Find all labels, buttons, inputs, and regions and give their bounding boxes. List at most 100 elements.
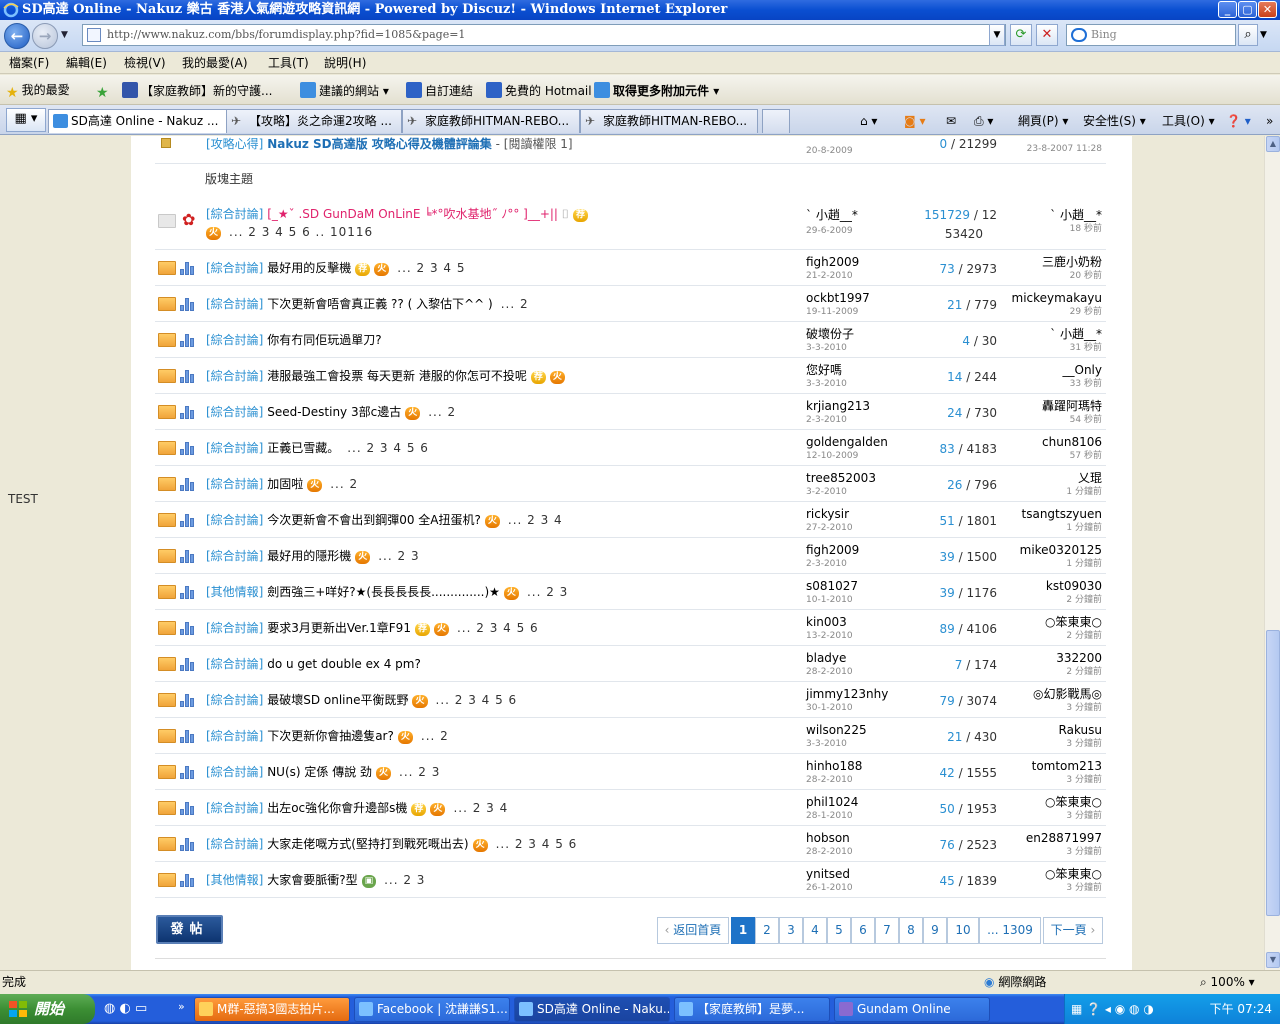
thread-title[interactable]: 下次更新會唔會真正義 ?? ( 入黎估下^^ ) bbox=[267, 297, 492, 311]
thread-title[interactable]: 最好用的反擊機 bbox=[267, 261, 351, 275]
thread-pages[interactable]: ... 2 bbox=[501, 297, 529, 311]
thread-row[interactable]: [綜合討論] 下次更新會唔會真正義 ?? ( 入黎估下^^ )... 2 ockb… bbox=[155, 286, 1106, 322]
search-icon[interactable]: ⌕ bbox=[1238, 24, 1258, 46]
thread-tag[interactable]: [綜合討論] bbox=[206, 729, 263, 743]
thread-last-author[interactable]: ○笨東東○ bbox=[1045, 615, 1102, 629]
task-button-2[interactable]: Facebook | 沈謙謙S1... bbox=[354, 997, 510, 1022]
thread-tag[interactable]: [綜合討論] bbox=[206, 207, 263, 221]
close-button[interactable]: ✕ bbox=[1258, 1, 1277, 18]
thread-author[interactable]: rickysir bbox=[806, 507, 849, 521]
thread-row[interactable]: [綜合討論] 最破壞SD online平衡既野火... 2 3 4 5 6 jim… bbox=[155, 682, 1106, 718]
page-menu[interactable]: 網頁(P) ▾ bbox=[1018, 113, 1068, 129]
menu-help[interactable]: 說明(H) bbox=[324, 55, 366, 71]
thread-tag[interactable]: [綜合討論] bbox=[206, 657, 263, 671]
pager-page-6[interactable]: 6 bbox=[851, 917, 875, 944]
tab-3[interactable]: ✈ 家庭教師HITMAN-REBO... bbox=[402, 109, 580, 133]
thread-author[interactable]: figh2009 bbox=[806, 255, 859, 269]
thread-tag[interactable]: [其他情報] bbox=[206, 585, 263, 599]
thread-last-author[interactable]: ○笨東東○ bbox=[1045, 867, 1102, 881]
thread-last-author[interactable]: Rakusu bbox=[1059, 723, 1102, 737]
thread-tag[interactable]: [綜合討論] bbox=[206, 513, 263, 527]
pager-page-8[interactable]: 8 bbox=[899, 917, 923, 944]
pager-page-1[interactable]: 1 bbox=[731, 917, 755, 944]
thread-title[interactable]: 劍西強三+咩好?★(長長長長長..............)★ bbox=[267, 585, 500, 599]
thread-title[interactable]: 最好用的隱形機 bbox=[267, 549, 351, 563]
thread-author[interactable]: ˋ 小趙__* bbox=[806, 208, 858, 222]
thread-last-author[interactable]: ˋ 小趙__* bbox=[1050, 327, 1102, 341]
thread-tag[interactable]: [綜合討論] bbox=[206, 837, 263, 851]
thread-tag[interactable]: [綜合討論] bbox=[206, 477, 263, 491]
tab-active[interactable]: SD高達 Online - Nakuz ... bbox=[48, 109, 230, 133]
clock[interactable]: 下午 07:24 bbox=[1210, 994, 1272, 1024]
thread-row[interactable]: [綜合討論] 正義已雪藏。... 2 3 4 5 6 goldengalden 12… bbox=[155, 430, 1106, 466]
history-dropdown-icon[interactable]: ▼ bbox=[61, 30, 68, 40]
task-button-1[interactable]: M群-惡搞3國志拍片... bbox=[194, 997, 350, 1022]
tab-2[interactable]: ✈ 【攻略】炎之命運2攻略 ... bbox=[226, 109, 402, 133]
thread-row[interactable]: [綜合討論] Seed-Destiny 3部c邊古火... 2 krjiang21… bbox=[155, 394, 1106, 430]
thread-author[interactable]: ynitsed bbox=[806, 867, 850, 881]
thread-last-author[interactable]: mickeymakayu bbox=[1012, 291, 1102, 305]
menu-edit[interactable]: 編輯(E) bbox=[66, 55, 107, 71]
quick-tabs-icon[interactable]: ▦ ▾ bbox=[6, 108, 46, 132]
thread-title[interactable]: 大家會要脈衝?型 bbox=[267, 873, 357, 887]
thread-title[interactable]: Seed-Destiny 3部c邊古 bbox=[267, 405, 401, 419]
add-favorites-icon[interactable]: ★ bbox=[96, 82, 112, 101]
scroll-down-icon[interactable]: ▼ bbox=[1266, 952, 1280, 968]
pager-page-3[interactable]: 3 bbox=[779, 917, 803, 944]
thread-author[interactable]: phil1024 bbox=[806, 795, 858, 809]
thread-row-sticky[interactable]: ✿ [綜合討論] [_★ˇ .SD GunDaM OnLinE ╘*°吹水基地˝… bbox=[155, 198, 1106, 250]
thread-last-author[interactable]: chun8106 bbox=[1042, 435, 1102, 449]
task-button-4[interactable]: 【家庭教師】是夢... bbox=[674, 997, 830, 1022]
pager-back-button[interactable]: ‹ 返回首頁 bbox=[657, 917, 729, 944]
thread-row[interactable]: [綜合討論] do u get double ex 4 pm? bladye 28-… bbox=[155, 646, 1106, 682]
thread-pages[interactable]: ... 2 3 4 5 6 bbox=[347, 441, 429, 455]
thread-tag[interactable]: [綜合討論] bbox=[206, 693, 263, 707]
pager-page-5[interactable]: 5 bbox=[827, 917, 851, 944]
thread-row[interactable]: [綜合討論] 加固啦火... 2 tree852003 3-2-2010 26 / 7… bbox=[155, 466, 1106, 502]
start-button[interactable]: 開始 bbox=[0, 994, 95, 1024]
window-title-bar[interactable]: SD高達 Online - Nakuz 樂古 香港人氣網遊攻略資訊網 - Pow… bbox=[0, 0, 1280, 20]
forward-button[interactable]: → bbox=[32, 23, 58, 49]
home-icon[interactable]: ⌂ ▾ bbox=[860, 113, 877, 129]
thread-tag[interactable]: [綜合討論] bbox=[206, 441, 263, 455]
maximize-button[interactable]: ▢ bbox=[1238, 1, 1257, 18]
thread-last-author[interactable]: 轟躍阿瑪特 bbox=[1042, 399, 1102, 413]
pager-page-7[interactable]: 7 bbox=[875, 917, 899, 944]
new-post-button[interactable]: 發帖 bbox=[156, 915, 223, 944]
address-input[interactable]: http://www.nakuz.com/bbs/forumdisplay.ph… bbox=[82, 24, 1006, 46]
thread-last-author[interactable]: en28871997 bbox=[1026, 831, 1102, 845]
tray-icons[interactable]: ▦ ❔ ◂ ◉ ◍ ◑ bbox=[1071, 994, 1154, 1024]
forum-row-guide[interactable]: [攻略心得] Nakuz SD高達版 攻略心得及機體評論集 - [閱讀權限 1]… bbox=[155, 136, 1106, 164]
thread-pages[interactable]: ... 2 3 4 5 bbox=[397, 261, 465, 275]
thread-title[interactable]: NU(s) 定係 傳說 劲 bbox=[267, 765, 372, 779]
thread-title[interactable]: 出左oc強化你會升邊部s機 bbox=[267, 801, 407, 815]
thread-last-author[interactable]: kst09030 bbox=[1046, 579, 1102, 593]
thread-title[interactable]: 你有冇同佢玩過單刀? bbox=[267, 333, 381, 347]
thread-last-author[interactable]: 三鹿小奶粉 bbox=[1042, 255, 1102, 269]
thread-title[interactable]: 要求3月更新出Ver.1章F91 bbox=[267, 621, 411, 635]
thread-row[interactable]: [綜合討論] 最好用的隱形機火 ... 2 3 figh2009 2-3-2010 39… bbox=[155, 538, 1106, 574]
fav-link-1[interactable]: 【家庭教師】新的守護... bbox=[122, 82, 272, 99]
thread-title[interactable]: 正義已雪藏。 bbox=[267, 441, 339, 455]
thread-row[interactable]: [綜合討論] NU(s) 定係 傳說 劲火 ... 2 3 hinho188 28-2… bbox=[155, 754, 1106, 790]
thread-title[interactable]: 加固啦 bbox=[267, 477, 303, 491]
thread-author[interactable]: s081027 bbox=[806, 579, 858, 593]
thread-row[interactable]: [綜合討論] 你有冇同佢玩過單刀? 破壞份子 3-3-2010 4 / 30 ˋ 小趙_… bbox=[155, 322, 1106, 358]
new-tab-button[interactable] bbox=[762, 109, 790, 133]
quicklaunch-more-icon[interactable]: » bbox=[178, 1000, 185, 1013]
address-dropdown-icon[interactable]: ▼ bbox=[989, 24, 1005, 46]
thread-author[interactable]: hinho188 bbox=[806, 759, 862, 773]
search-input[interactable]: Bing bbox=[1066, 24, 1236, 46]
thread-title[interactable]: do u get double ex 4 pm? bbox=[267, 657, 421, 671]
thread-row[interactable]: [綜合討論] 港服最強工會投票 每天更新 港服的你怎可不投呢荐火 您好嗎 3-3-2… bbox=[155, 358, 1106, 394]
zoom-control[interactable]: ⌕ 100% ▾ bbox=[1200, 971, 1255, 993]
thread-tag[interactable]: [綜合討論] bbox=[206, 549, 263, 563]
thread-tag[interactable]: [綜合討論] bbox=[206, 261, 263, 275]
tab-4[interactable]: ✈ 家庭教師HITMAN-REBO... bbox=[580, 109, 758, 133]
thread-pages[interactable]: ... 2 3 4 5 6 bbox=[457, 621, 539, 635]
thread-author[interactable]: 您好嗎 bbox=[806, 363, 842, 377]
thread-pages[interactable]: ... 2 3 4 5 6 bbox=[436, 693, 518, 707]
thread-author[interactable]: bladye bbox=[806, 651, 846, 665]
minimize-button[interactable]: _ bbox=[1218, 1, 1237, 18]
thread-last-author[interactable]: ○笨東東○ bbox=[1045, 795, 1102, 809]
